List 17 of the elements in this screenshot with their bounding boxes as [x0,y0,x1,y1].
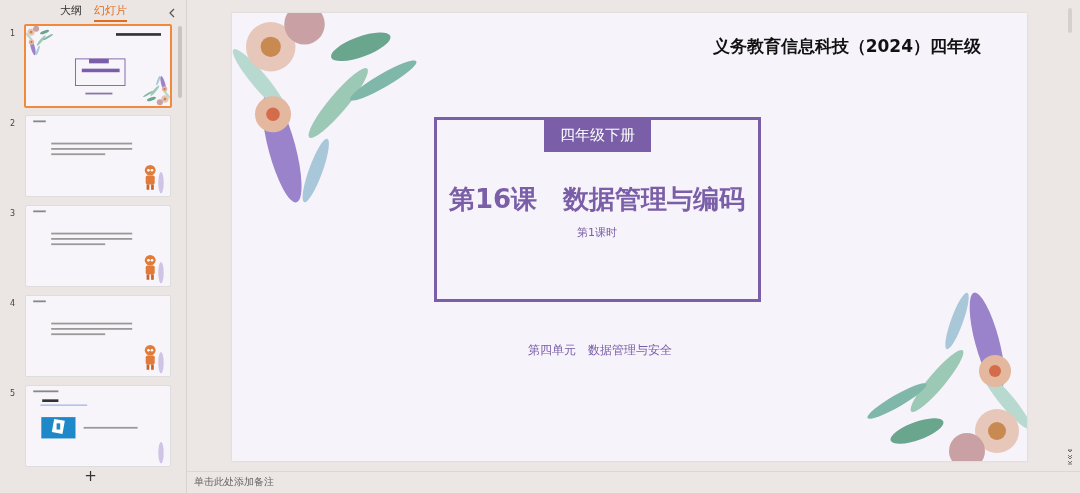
scrollbar-thumb[interactable] [178,26,182,98]
notes-field[interactable]: 单击此处添加备注 [187,471,1080,493]
add-slide-button[interactable]: + [80,467,101,485]
slide-title: 义务教育信息科技（2024）四年级 [712,35,981,58]
collapse-chevron-icon[interactable] [168,8,176,18]
slide-number: 2 [8,118,17,128]
slide-thumbnail[interactable] [24,24,172,108]
slide-number: 5 [8,388,17,398]
volume-label: 四年级下册 [543,119,651,152]
page-navigation-icon[interactable] [1067,449,1073,465]
lesson-title: 第16课 数据管理与编码 [448,183,746,216]
slide-number: 4 [8,298,17,308]
slide-number: 1 [8,28,17,38]
slide-number: 3 [8,208,17,218]
panel-tab[interactable]: 大纲 [59,0,82,22]
unit-label: 第四单元 数据管理与安全 [527,342,672,359]
period-label: 第1课时 [577,225,617,240]
